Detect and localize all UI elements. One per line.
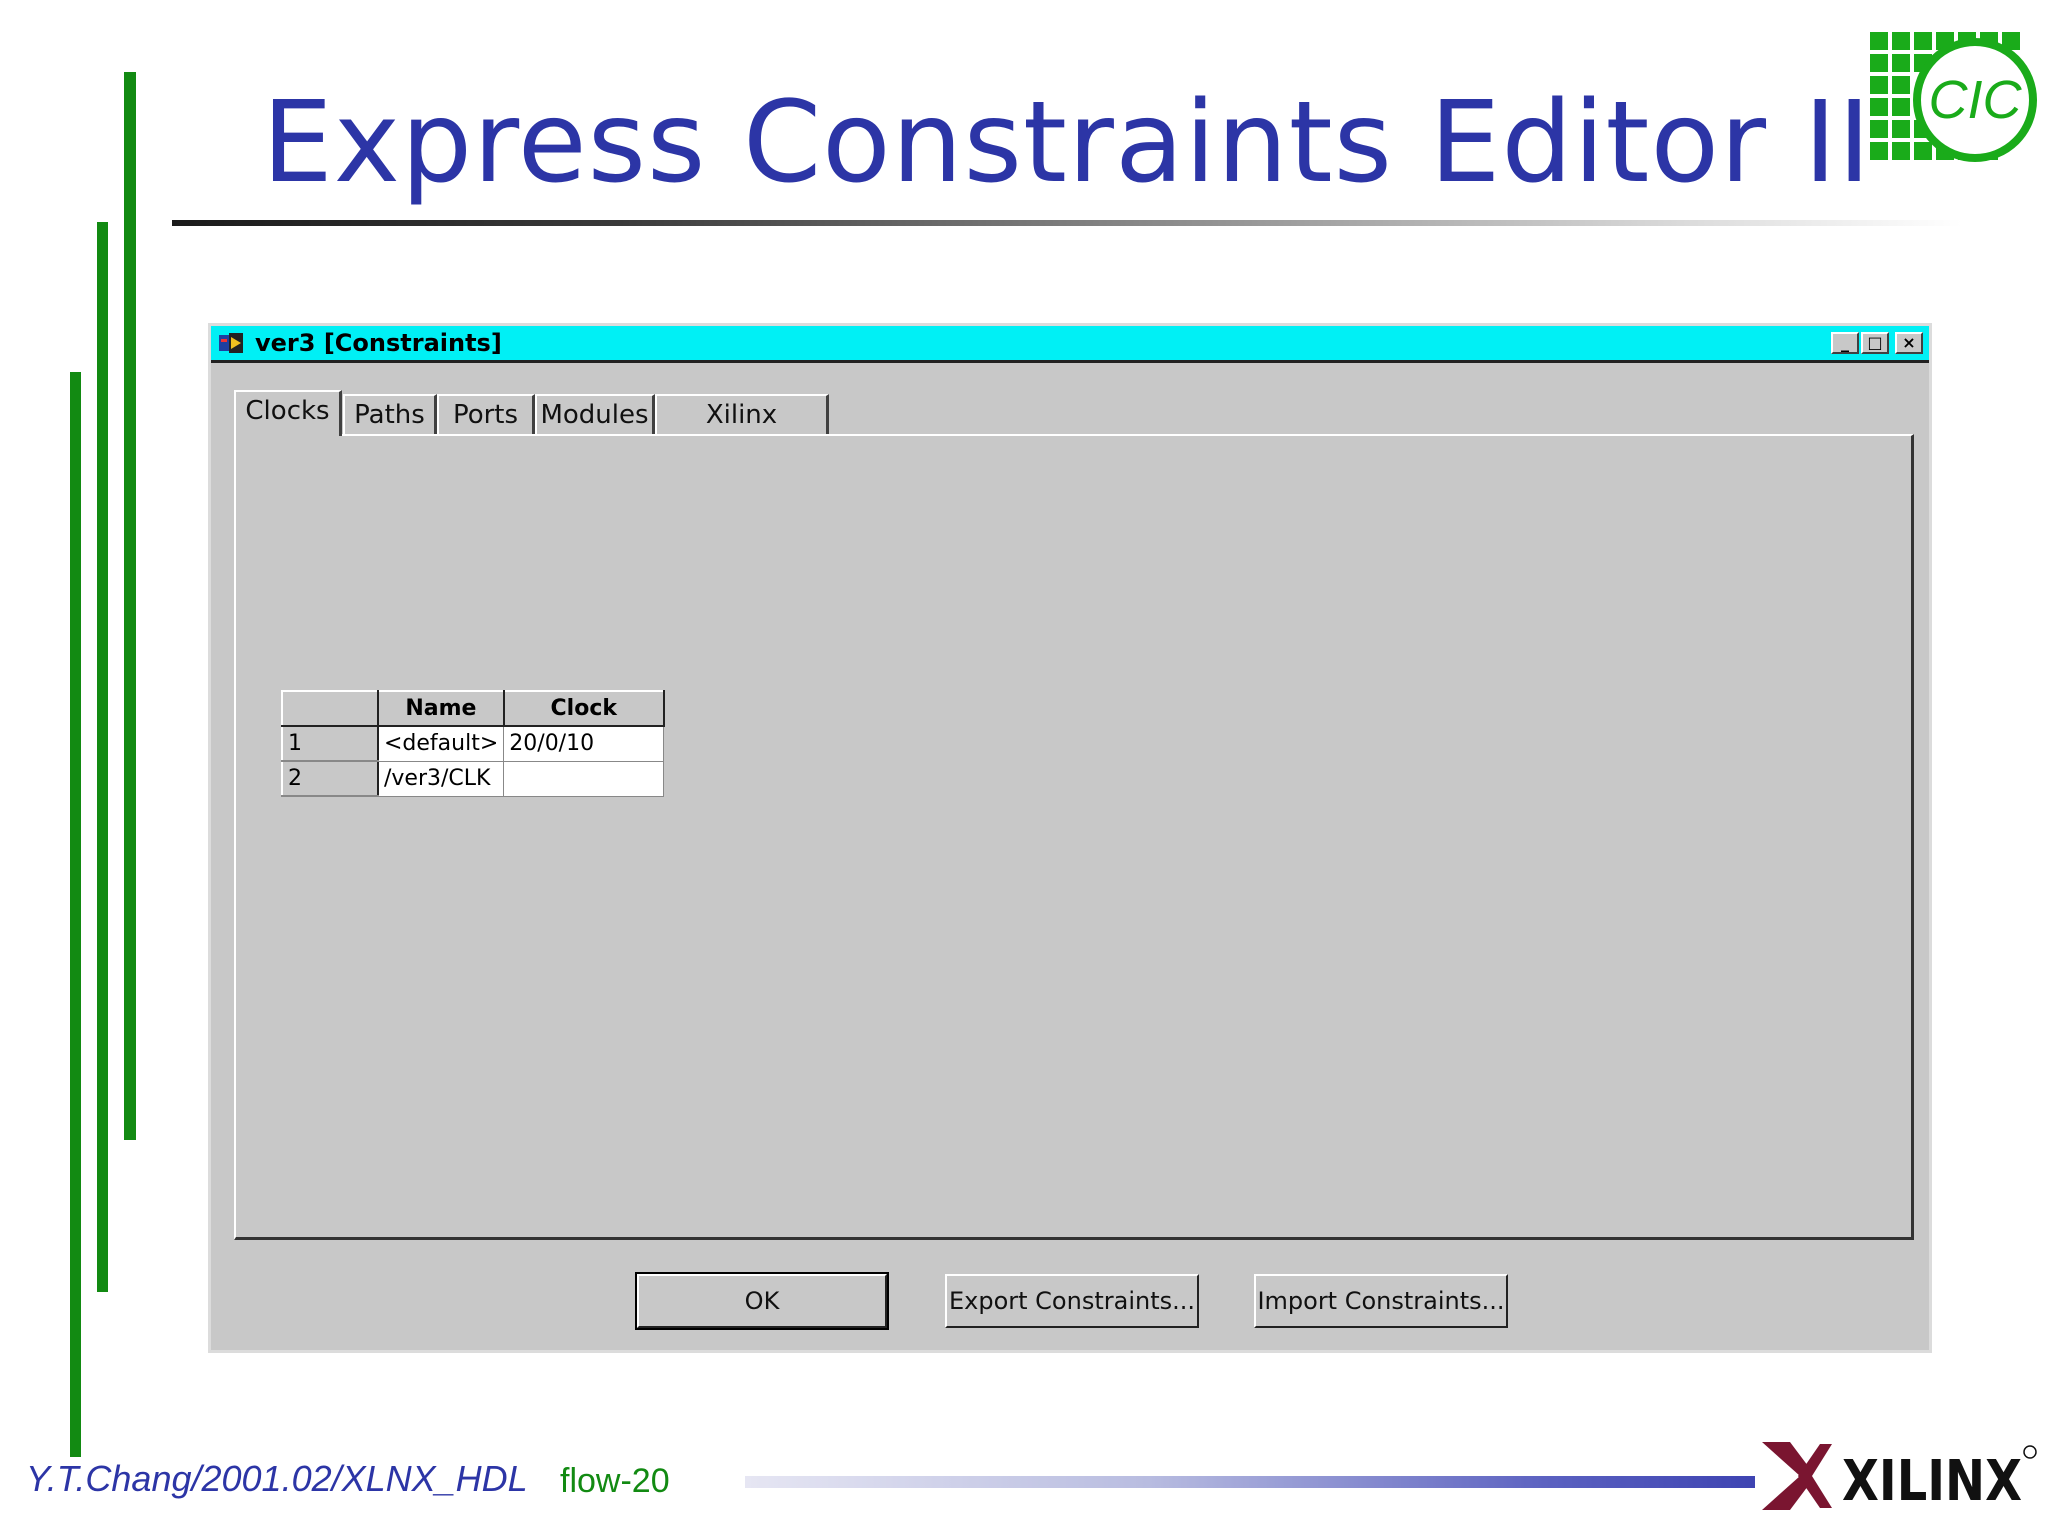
tab-modules-label: Modules: [540, 400, 649, 430]
import-constraints-button[interactable]: Import Constraints...: [1254, 1274, 1508, 1328]
xilinx-logo: XILINX: [1762, 1442, 2037, 1514]
table-row: 2 /ver3/CLK: [281, 760, 665, 797]
tab-xilinx-options[interactable]: Xilinx Options: [655, 394, 829, 468]
tab-ports-label: Ports: [452, 400, 519, 430]
ok-button[interactable]: OK: [635, 1272, 889, 1330]
close-icon: ×: [1902, 333, 1916, 352]
export-constraints-button[interactable]: Export Constraints...: [945, 1274, 1199, 1328]
clocks-panel: Name Clock 1 <default> 20/0/10 2 /ver3/C…: [234, 434, 1914, 1240]
footer-rule: [745, 1476, 1755, 1488]
row-number[interactable]: 1: [281, 725, 379, 762]
cell-clock[interactable]: 20/0/10: [503, 725, 665, 762]
svg-text:XILINX: XILINX: [1842, 1449, 2022, 1514]
grid-corner-header[interactable]: [281, 690, 379, 727]
maximize-button[interactable]: □: [1861, 332, 1889, 354]
cell-name[interactable]: /ver3/CLK: [377, 760, 505, 797]
export-button-label: Export Constraints...: [948, 1287, 1195, 1315]
ok-button-label: OK: [744, 1287, 780, 1315]
grid-header-clock[interactable]: Clock: [502, 690, 665, 727]
cic-logo: CIC: [1870, 32, 2037, 162]
close-button[interactable]: ×: [1895, 332, 1923, 354]
minimize-button[interactable]: _: [1831, 332, 1859, 354]
row-number[interactable]: 2: [281, 760, 379, 797]
import-button-label: Import Constraints...: [1257, 1287, 1505, 1315]
grid-header-row: Name Clock: [281, 690, 665, 727]
slide-title: Express Constraints Editor II: [262, 78, 1872, 208]
maximize-icon: □: [1867, 333, 1883, 352]
constraints-window: ver3 [Constraints] _ □ × Clocks Paths Po…: [208, 323, 1932, 1353]
tab-clocks-label: Clocks: [245, 396, 330, 426]
tab-ports[interactable]: Ports: [437, 394, 535, 434]
window-titlebar[interactable]: ver3 [Constraints] _ □ ×: [211, 326, 1929, 363]
window-title: ver3 [Constraints]: [255, 329, 502, 357]
table-row: 1 <default> 20/0/10: [281, 725, 665, 762]
cell-name[interactable]: <default>: [377, 725, 505, 762]
grid-header-name[interactable]: Name: [377, 690, 505, 727]
clocks-grid: Name Clock 1 <default> 20/0/10 2 /ver3/C…: [281, 690, 665, 797]
cell-clock[interactable]: [503, 760, 665, 797]
svg-text:CIC: CIC: [1929, 70, 2023, 130]
footer-page-number: flow-20: [560, 1462, 670, 1500]
footer-author: Y.T.Chang/2001.02/XLNX_HDL: [26, 1458, 528, 1499]
tab-modules[interactable]: Modules: [535, 394, 655, 434]
tab-clocks[interactable]: Clocks: [234, 390, 342, 436]
title-underline: [172, 220, 1962, 226]
decor-green-bar-1: [124, 72, 136, 1140]
decor-green-bar-2: [97, 222, 108, 1292]
tab-paths-label: Paths: [354, 400, 425, 430]
decor-green-bar-3: [70, 372, 81, 1457]
tab-paths[interactable]: Paths: [343, 394, 437, 434]
minimize-icon: _: [1841, 333, 1849, 352]
app-icon: [219, 333, 243, 353]
